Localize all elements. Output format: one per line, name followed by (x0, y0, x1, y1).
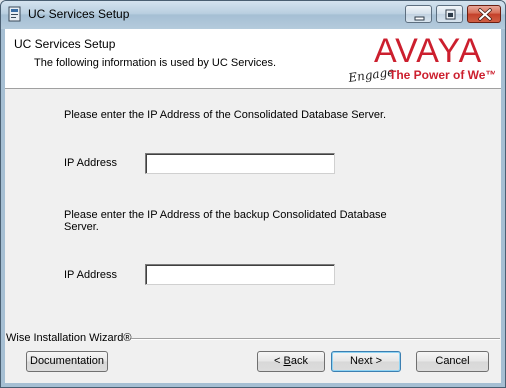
wise-wizard-label: Wise Installation Wizard® (6, 332, 132, 344)
logo-script: Engage (346, 65, 395, 85)
documentation-button[interactable]: Documentation (26, 351, 108, 372)
primary-server-prompt: Please enter the IP Address of the Conso… (64, 109, 387, 121)
close-button[interactable] (467, 5, 501, 23)
dialog-banner: UC Services Setup The following informat… (5, 29, 501, 89)
installer-window: UC Services Setup UC Services Setup The … (0, 0, 506, 388)
back-button-accelerator: B (283, 355, 291, 367)
maximize-button[interactable] (436, 5, 463, 23)
primary-ip-input[interactable] (145, 153, 335, 174)
back-button[interactable]: < Back (257, 351, 325, 372)
title-bar[interactable]: UC Services Setup (1, 1, 505, 29)
primary-ip-label: IP Address (64, 157, 117, 169)
window-title: UC Services Setup (28, 7, 130, 21)
cancel-button[interactable]: Cancel (416, 351, 489, 372)
dialog-client-area: UC Services Setup The following informat… (5, 29, 501, 383)
next-button[interactable]: Next > (331, 351, 401, 372)
backup-server-prompt-line2: Server. (64, 221, 99, 233)
avaya-logo: AVAYA Engage The Power of We™ (346, 32, 495, 85)
minimize-button[interactable] (405, 5, 432, 23)
footer-divider (131, 338, 500, 340)
banner-title: UC Services Setup (14, 37, 116, 51)
back-button-rest: ack (290, 355, 308, 367)
documentation-button-label: Documentation (30, 355, 104, 367)
next-button-label: Next > (349, 355, 383, 367)
back-button-prefix: < (274, 355, 284, 367)
cancel-button-label: Cancel (435, 355, 470, 367)
minimize-icon (414, 16, 425, 21)
close-icon (478, 8, 492, 21)
maximize-icon (445, 9, 456, 20)
logo-tagline: The Power of We™ (389, 68, 495, 82)
backup-ip-input[interactable] (145, 264, 335, 285)
installer-app-icon (8, 6, 21, 22)
backup-server-prompt-line1: Please enter the IP Address of the backu… (64, 209, 387, 221)
banner-subtitle: The following information is used by UC … (34, 57, 277, 69)
backup-ip-label: IP Address (64, 269, 117, 281)
